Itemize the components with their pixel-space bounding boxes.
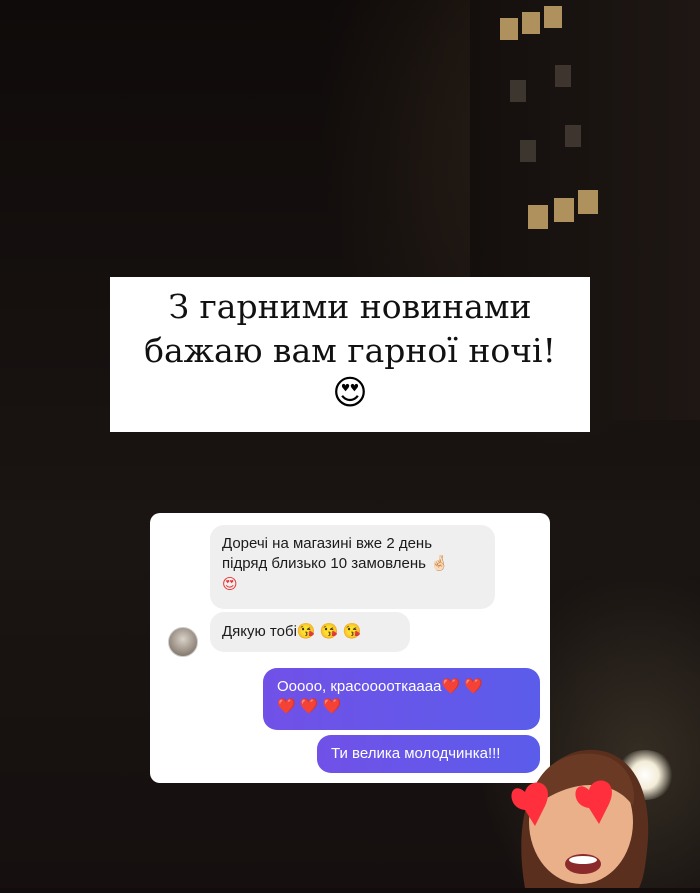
message-text: Ти велика молодчинка!!!	[331, 745, 501, 762]
message-line: 😍	[222, 575, 238, 593]
heart-eyes-emoji-icon: 😍	[332, 373, 368, 413]
chat-screenshot-card: Доречі на магазині вже 2 день підряд бли…	[150, 513, 550, 783]
sender-avatar	[168, 627, 198, 657]
headline-card: З гарними новинами бажаю вам гарної ночі…	[110, 277, 590, 432]
message-bubble-incoming-2: Дякую тобі😘 😘 😘	[210, 612, 410, 652]
message-line: Доречі на магазині вже 2 день	[222, 535, 433, 552]
message-line: ❤️ ❤️ ❤️	[277, 698, 342, 715]
message-line: Ооооо, красооооткааaа❤️ ❤️	[277, 678, 483, 695]
headline-line-1: З гарними новинами	[168, 287, 532, 326]
heart-eyes-memoji-icon	[505, 740, 655, 888]
message-line: підряд близько 10 замовлень 🤞🏻	[222, 555, 449, 572]
message-bubble-outgoing-1: Ооооо, красооооткааaа❤️ ❤️ ❤️ ❤️ ❤️	[263, 668, 540, 730]
message-text: Дякую тобі😘 😘 😘	[222, 623, 362, 640]
message-bubble-incoming-1: Доречі на магазині вже 2 день підряд бли…	[210, 525, 495, 609]
headline-line-2: бажаю вам гарної ночі!	[144, 331, 556, 370]
